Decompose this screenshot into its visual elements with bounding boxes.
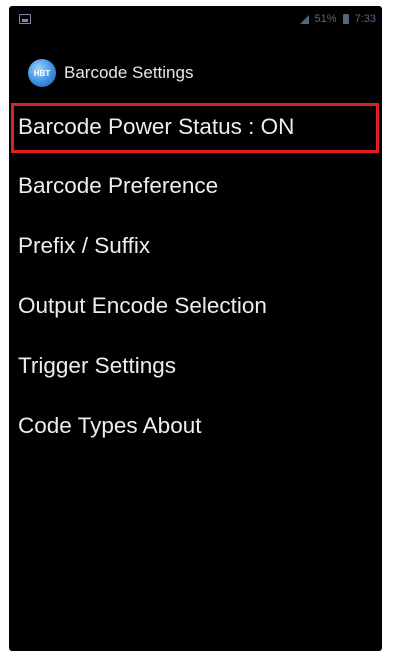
action-bar: HBT Barcode Settings bbox=[9, 52, 382, 94]
page-title: Barcode Settings bbox=[64, 63, 194, 82]
menu-item-label: Barcode Preference bbox=[18, 173, 219, 198]
status-time: 7:33 bbox=[354, 13, 376, 25]
settings-menu: Barcode Power Status : ON Barcode Prefer… bbox=[9, 98, 382, 456]
app-icon-text: HBT bbox=[33, 68, 51, 78]
menu-item-barcode-power-status[interactable]: Barcode Power Status : ON bbox=[9, 98, 382, 156]
menu-item-barcode-preference[interactable]: Barcode Preference bbox=[9, 156, 382, 216]
menu-item-label: Trigger Settings bbox=[18, 353, 176, 378]
menu-item-trigger-settings[interactable]: Trigger Settings bbox=[9, 336, 382, 396]
image-notification-icon bbox=[19, 14, 31, 24]
menu-item-code-types-about[interactable]: Code Types About bbox=[9, 396, 382, 456]
menu-item-label: Output Encode Selection bbox=[18, 293, 267, 318]
menu-item-prefix-suffix[interactable]: Prefix / Suffix bbox=[9, 216, 382, 276]
phone-screen: 51% 7:33 HBT Barcode Settings Barcode Po… bbox=[9, 6, 382, 651]
menu-item-label: Barcode Power Status : ON bbox=[18, 114, 295, 139]
barcode-app-icon[interactable]: HBT bbox=[28, 59, 56, 87]
menu-item-output-encode-selection[interactable]: Output Encode Selection bbox=[9, 276, 382, 336]
battery-percent: 51% bbox=[314, 13, 337, 25]
signal-icon bbox=[299, 14, 309, 24]
menu-item-label: Prefix / Suffix bbox=[18, 233, 151, 258]
status-bar: 51% 7:33 bbox=[9, 6, 382, 40]
menu-item-label: Code Types About bbox=[18, 413, 202, 438]
status-indicators: 51% 7:33 bbox=[299, 13, 376, 25]
battery-icon bbox=[342, 14, 349, 24]
